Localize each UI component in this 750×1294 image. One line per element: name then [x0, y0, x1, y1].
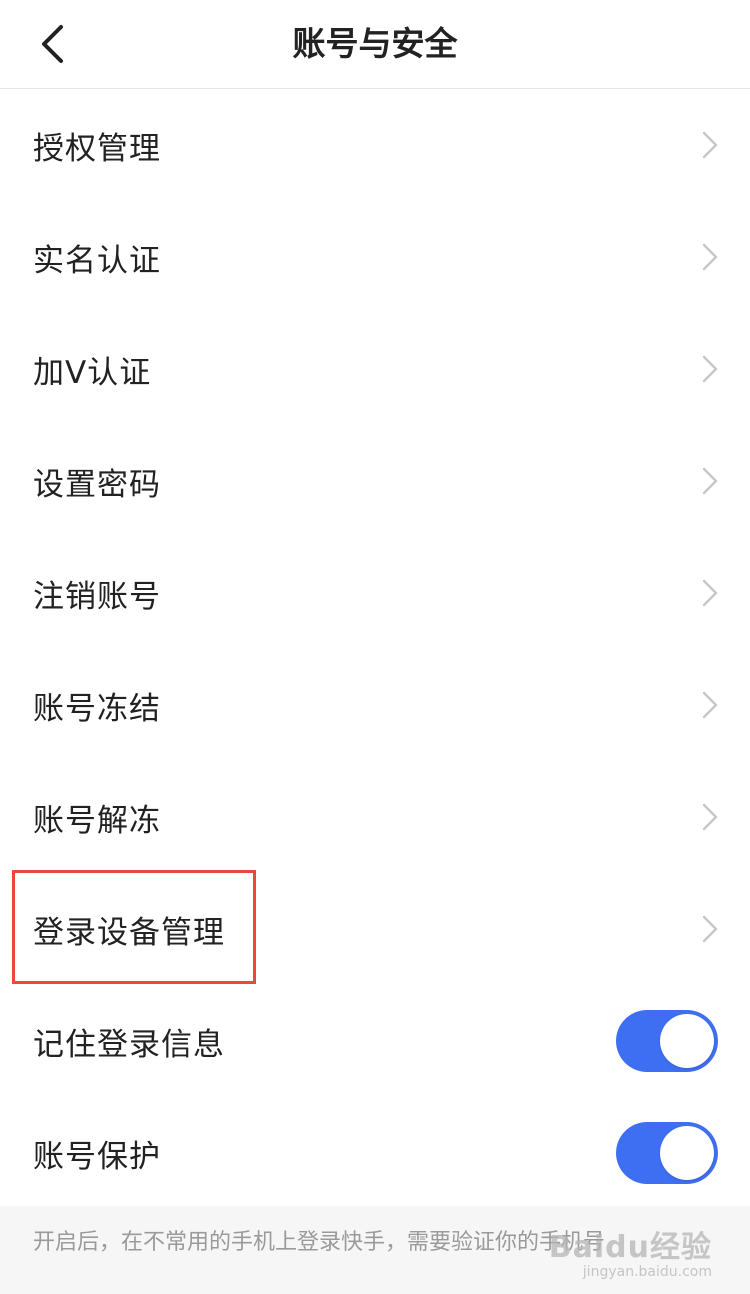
- chevron-right-icon: [696, 463, 724, 499]
- menu-item-label: 设置密码: [33, 466, 161, 503]
- footer-note: 开启后，在不常用的手机上登录快手，需要验证你的手机号: [0, 1206, 750, 1294]
- menu-item-cancel-account[interactable]: 注销账号: [0, 537, 750, 649]
- menu-item-unfreeze-account[interactable]: 账号解冻: [0, 761, 750, 873]
- chevron-right-icon: [696, 911, 724, 947]
- toggle-knob: [660, 1126, 714, 1180]
- menu-item-v-verification[interactable]: 加V认证: [0, 313, 750, 425]
- chevron-right-icon: [696, 687, 724, 723]
- remember-login-toggle[interactable]: [616, 1010, 718, 1072]
- menu-item-authorization[interactable]: 授权管理: [0, 89, 750, 201]
- nav-bar: 账号与安全: [0, 0, 750, 89]
- chevron-right-icon: [696, 239, 724, 275]
- chevron-right-icon: [696, 127, 724, 163]
- toggle-row-account-protection: 账号保护: [0, 1097, 750, 1209]
- page-title: 账号与安全: [292, 24, 458, 63]
- toggle-knob: [660, 1014, 714, 1068]
- toggle-label: 记住登录信息: [33, 1026, 225, 1063]
- chevron-right-icon: [696, 351, 724, 387]
- menu-item-real-name[interactable]: 实名认证: [0, 201, 750, 313]
- account-protection-toggle[interactable]: [616, 1122, 718, 1184]
- menu-item-label: 登录设备管理: [33, 914, 225, 951]
- toggle-label: 账号保护: [33, 1138, 161, 1175]
- menu-item-label: 实名认证: [33, 242, 161, 279]
- menu-item-label: 授权管理: [33, 130, 161, 167]
- menu-item-freeze-account[interactable]: 账号冻结: [0, 649, 750, 761]
- menu-item-device-management[interactable]: 登录设备管理: [0, 873, 750, 985]
- menu-item-label: 账号冻结: [33, 690, 161, 727]
- chevron-right-icon: [696, 799, 724, 835]
- menu-item-label: 账号解冻: [33, 802, 161, 839]
- footer-note-text: 开启后，在不常用的手机上登录快手，需要验证你的手机号: [33, 1230, 606, 1255]
- chevron-right-icon: [696, 575, 724, 611]
- toggle-row-remember-login: 记住登录信息: [0, 985, 750, 1097]
- menu-item-label: 加V认证: [33, 354, 152, 391]
- settings-menu: 授权管理 实名认证 加V认证 设置密码 注销账号 账号冻结 账号解冻 登录设备管…: [0, 89, 750, 1209]
- menu-item-set-password[interactable]: 设置密码: [0, 425, 750, 537]
- menu-item-label: 注销账号: [33, 578, 161, 615]
